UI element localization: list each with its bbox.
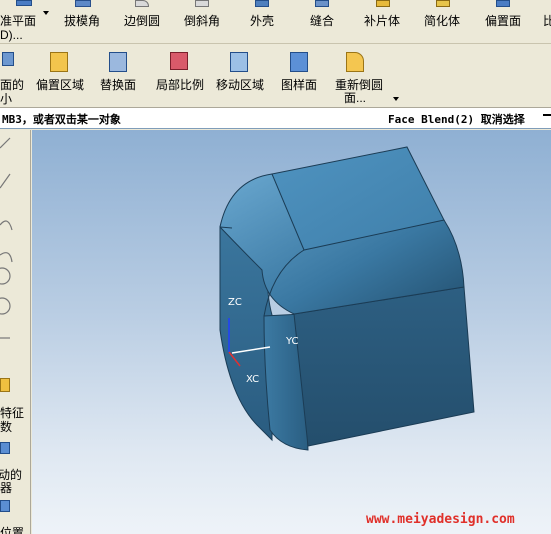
chamfer-icon: [195, 0, 209, 7]
feature-toolbar-row-1: 准平面 D)... 拔模角 边倒圆 倒斜角 外壳 缝合 补片体 简化体 偏置面 …: [0, 0, 551, 44]
patch-body-icon: [376, 0, 390, 7]
toolbar-more-dropdown-icon[interactable]: [393, 97, 399, 101]
move-button[interactable]: 移动的 器: [0, 442, 30, 495]
cue-status: Face Blend(2) 取消选择: [388, 113, 525, 126]
local-scale-button[interactable]: 局部比例: [154, 44, 206, 108]
feature-params-icon: [0, 378, 10, 392]
cue-dropdown-icon[interactable]: [543, 114, 551, 122]
edge-blend-button[interactable]: 边倒圆: [122, 0, 164, 44]
face-icon: [2, 52, 14, 66]
feature-params-button[interactable]: 特征 数: [0, 378, 30, 438]
feature-toolbar-row-2: 面的 小 偏置区域 替换面 局部比例 移动区域 图样面 重新倒圆 面...: [0, 44, 551, 108]
cue-prompt: MB3，或者双击某一对象: [2, 113, 121, 126]
move-region-button[interactable]: 移动区域: [214, 44, 266, 108]
offset-face-icon: [496, 0, 510, 7]
local-scale-icon: [170, 52, 188, 70]
yc-axis-label: YC: [286, 336, 299, 347]
move-region-icon: [230, 52, 248, 72]
edge-blend-icon: [135, 0, 149, 7]
pattern-face-icon: [290, 52, 308, 72]
offset-face-button[interactable]: 偏置面: [483, 0, 525, 44]
replace-face-icon: [109, 52, 127, 72]
move-icon: [0, 442, 10, 454]
resource-sidebar: 特征 数 移动的 器 位置: [0, 130, 31, 534]
watermark: www.meiyadesign.com: [366, 512, 515, 527]
offset-region-button[interactable]: 偏置区域: [34, 44, 86, 108]
solid-body-model[interactable]: [32, 130, 551, 534]
xc-axis-label: XC: [246, 374, 260, 385]
draft-icon: [75, 0, 91, 7]
datum-plane-icon: [16, 0, 32, 6]
reblend-face-icon: [346, 52, 364, 72]
front-face: [293, 286, 475, 447]
sidebar-sketch-tools-icon[interactable]: [0, 130, 31, 360]
shell-button[interactable]: 外壳: [247, 0, 279, 44]
datum-plane-dropdown-icon[interactable]: [43, 11, 49, 15]
graphics-window[interactable]: ZC YC XC: [32, 130, 551, 534]
face-partial-button[interactable]: 面的 小: [0, 44, 26, 108]
pattern-face-button[interactable]: 图样面: [280, 44, 320, 108]
shell-icon: [255, 0, 269, 7]
replace-face-button[interactable]: 替换面: [98, 44, 140, 108]
sew-button[interactable]: 缝合: [307, 0, 339, 44]
ratio-button[interactable]: 比: [542, 0, 551, 44]
simplify-body-button[interactable]: 简化体: [422, 0, 464, 44]
offset-region-icon: [50, 52, 68, 72]
reblend-face-button[interactable]: 重新倒圆 面...: [334, 44, 388, 108]
position-icon: [0, 500, 10, 512]
chamfer-button[interactable]: 倒斜角: [182, 0, 224, 44]
patch-body-button[interactable]: 补片体: [362, 0, 404, 44]
position-button[interactable]: 位置: [0, 500, 30, 534]
sew-icon: [315, 0, 329, 7]
datum-plane-button[interactable]: 准平面 D)...: [0, 0, 52, 44]
draft-button[interactable]: 拔模角: [62, 0, 104, 44]
zc-axis-label: ZC: [228, 297, 242, 308]
cue-line: MB3，或者双击某一对象 Face Blend(2) 取消选择: [0, 108, 551, 129]
simplify-body-icon: [436, 0, 450, 7]
